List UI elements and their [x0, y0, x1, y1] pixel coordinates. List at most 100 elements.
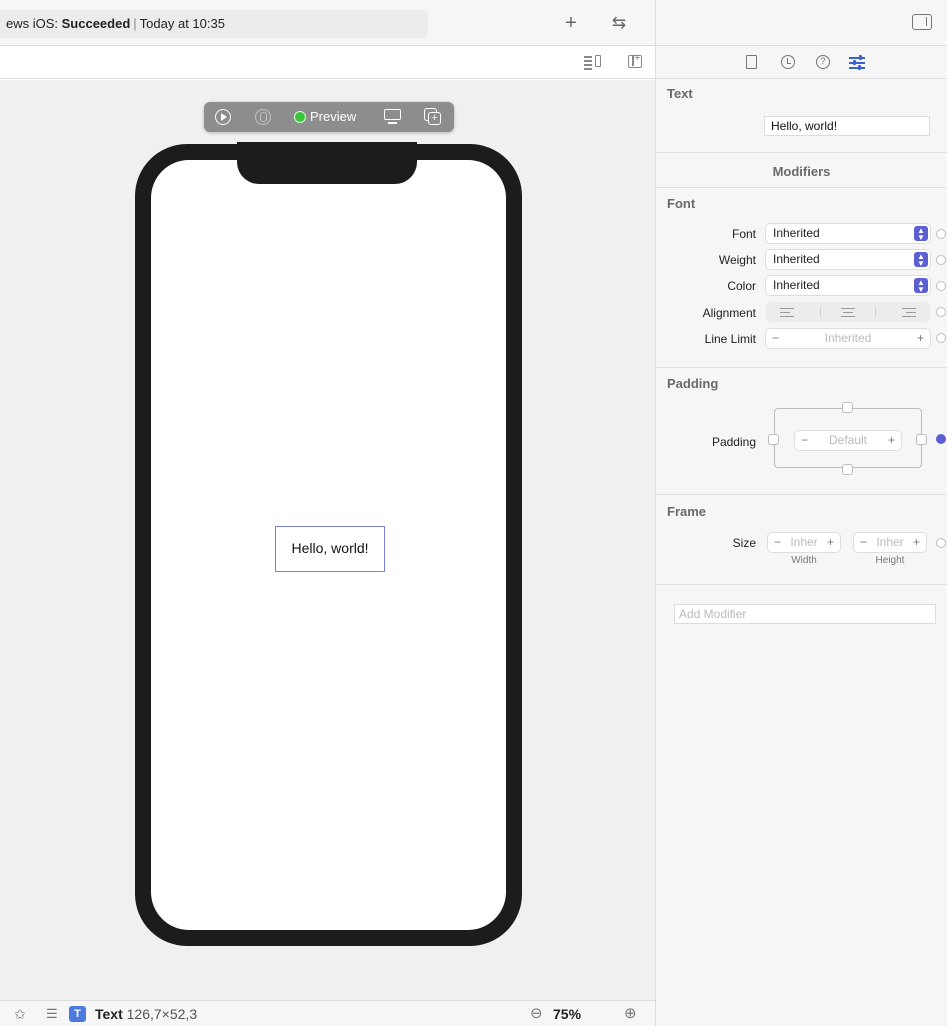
padding-top-checkbox[interactable] — [842, 402, 853, 413]
align-center-icon[interactable] — [821, 304, 875, 320]
status-scheme: ews iOS: — [6, 16, 62, 31]
add-modifier-field[interactable]: Add Modifier — [674, 604, 936, 624]
preview-status-icon — [294, 111, 306, 123]
color-modifier-toggle[interactable] — [936, 281, 946, 291]
toolbar-divider — [655, 0, 656, 46]
modifier-list-icon[interactable]: ☰ — [46, 1005, 58, 1023]
decrement-button[interactable]: − — [772, 329, 779, 348]
section-divider — [656, 367, 947, 368]
inspector-tabs: ? — [656, 46, 947, 79]
modifiers-title: Modifiers — [772, 164, 831, 179]
quick-help-icon[interactable]: ? — [815, 54, 831, 70]
alignment-label: Alignment — [702, 306, 756, 320]
phone-screen: Hello, world! — [151, 160, 506, 930]
inspector-toggle-icon[interactable] — [912, 14, 932, 30]
alignment-segmented-control — [766, 302, 930, 322]
editor-options-icon[interactable] — [582, 53, 602, 71]
chevron-updown-icon: ▲ ▼ — [914, 252, 928, 268]
height-caption: Height — [875, 555, 905, 566]
padding-trailing-checkbox[interactable] — [916, 434, 927, 445]
line-limit-value: Inherited — [824, 331, 872, 345]
font-select-value: Inherited — [773, 226, 820, 240]
duplicate-preview-icon[interactable]: + — [422, 106, 444, 128]
line-limit-label: Line Limit — [704, 332, 756, 346]
hello-world-text-view[interactable]: Hello, world! — [275, 526, 385, 572]
phone-notch — [237, 142, 417, 184]
line-limit-stepper[interactable]: Inherited − + — [766, 329, 930, 348]
alignment-modifier-toggle[interactable] — [936, 307, 946, 317]
preview-toolbar: Preview + — [204, 102, 454, 132]
section-divider — [656, 494, 947, 495]
file-inspector-icon[interactable] — [743, 54, 759, 70]
text-section-title: Text — [667, 86, 693, 101]
text-type-icon: T — [69, 1006, 86, 1022]
padding-leading-checkbox[interactable] — [768, 434, 779, 445]
preview-label: Preview — [310, 109, 357, 124]
code-review-icon[interactable]: ⇆ — [606, 10, 632, 36]
font-label: Font — [731, 227, 756, 241]
zoom-level[interactable]: 75% — [553, 1005, 581, 1023]
status-separator: | — [133, 16, 137, 31]
editor-options-bar — [0, 46, 656, 79]
align-right-icon[interactable] — [876, 304, 930, 320]
attributes-inspector-icon[interactable] — [849, 54, 865, 70]
add-editor-icon[interactable] — [626, 52, 646, 71]
padding-bottom-checkbox[interactable] — [842, 464, 853, 475]
section-divider — [656, 584, 947, 585]
preview-button[interactable]: Preview — [294, 106, 372, 128]
height-stepper[interactable]: Inher − + — [854, 533, 926, 552]
zoom-in-icon[interactable]: ⊕ — [624, 1005, 637, 1023]
increment-button[interactable]: + — [827, 533, 834, 552]
padding-section-title: Padding — [667, 376, 719, 391]
padding-stepper[interactable]: Default − + — [795, 431, 901, 450]
selectable-mode-icon[interactable] — [252, 106, 274, 128]
weight-label: Weight — [718, 253, 756, 267]
chevron-updown-icon: ▲ ▼ — [914, 278, 928, 294]
size-label: Size — [732, 536, 756, 550]
decrement-button[interactable]: − — [801, 431, 808, 450]
live-preview-play-icon[interactable] — [212, 106, 234, 128]
padding-modifier-toggle[interactable] — [936, 434, 946, 444]
align-left-icon[interactable] — [766, 304, 820, 320]
padding-label: Padding — [711, 435, 756, 449]
color-select[interactable]: Inherited ▲ ▼ — [766, 276, 930, 295]
width-stepper[interactable]: Inher − + — [768, 533, 840, 552]
build-status[interactable]: ews iOS: Succeeded | Today at 10:35 — [0, 10, 428, 38]
canvas-bottom-bar: ✩ ☰ T Text 126,7×52,3 ⊖ 75% ⊕ — [0, 1000, 656, 1026]
increment-button[interactable]: + — [888, 431, 895, 450]
color-label: Color — [727, 279, 756, 293]
library-plus-button[interactable]: + — [558, 10, 584, 36]
font-select[interactable]: Inherited ▲ ▼ — [766, 224, 930, 243]
status-result: Succeeded — [61, 16, 131, 31]
zoom-out-icon[interactable]: ⊖ — [530, 1005, 543, 1023]
font-section-title: Font — [667, 196, 696, 211]
selection-name: Text — [95, 1006, 123, 1022]
pin-preview-icon[interactable]: ✩ — [14, 1005, 26, 1023]
decrement-button[interactable]: − — [860, 533, 867, 552]
weight-select[interactable]: Inherited ▲ ▼ — [766, 250, 930, 269]
padding-value: Default — [828, 433, 868, 447]
font-modifier-toggle[interactable] — [936, 229, 946, 239]
attributes-inspector: ? Text Hello, world! Modifiers Font Font… — [656, 46, 947, 1026]
weight-modifier-toggle[interactable] — [936, 255, 946, 265]
history-inspector-icon[interactable] — [780, 54, 796, 70]
device-settings-icon[interactable] — [382, 106, 404, 128]
line-limit-modifier-toggle[interactable] — [936, 333, 946, 343]
chevron-updown-icon: ▲ ▼ — [914, 226, 928, 242]
width-caption: Width — [791, 555, 817, 566]
text-content-field[interactable]: Hello, world! — [764, 116, 930, 136]
selection-info: Text 126,7×52,3 — [95, 1005, 197, 1023]
status-timestamp: Today at 10:35 — [139, 16, 225, 31]
section-divider — [656, 187, 947, 188]
top-toolbar: ews iOS: Succeeded | Today at 10:35 + ⇆ — [0, 0, 947, 46]
weight-select-value: Inherited — [773, 252, 820, 266]
iphone-frame: Hello, world! — [135, 142, 522, 946]
frame-modifier-toggle[interactable] — [936, 538, 946, 548]
color-select-value: Inherited — [773, 278, 820, 292]
selection-dimensions: 126,7×52,3 — [126, 1006, 198, 1022]
increment-button[interactable]: + — [917, 329, 924, 348]
frame-section-title: Frame — [667, 504, 707, 519]
increment-button[interactable]: + — [913, 533, 920, 552]
decrement-button[interactable]: − — [774, 533, 781, 552]
section-divider — [656, 152, 947, 153]
